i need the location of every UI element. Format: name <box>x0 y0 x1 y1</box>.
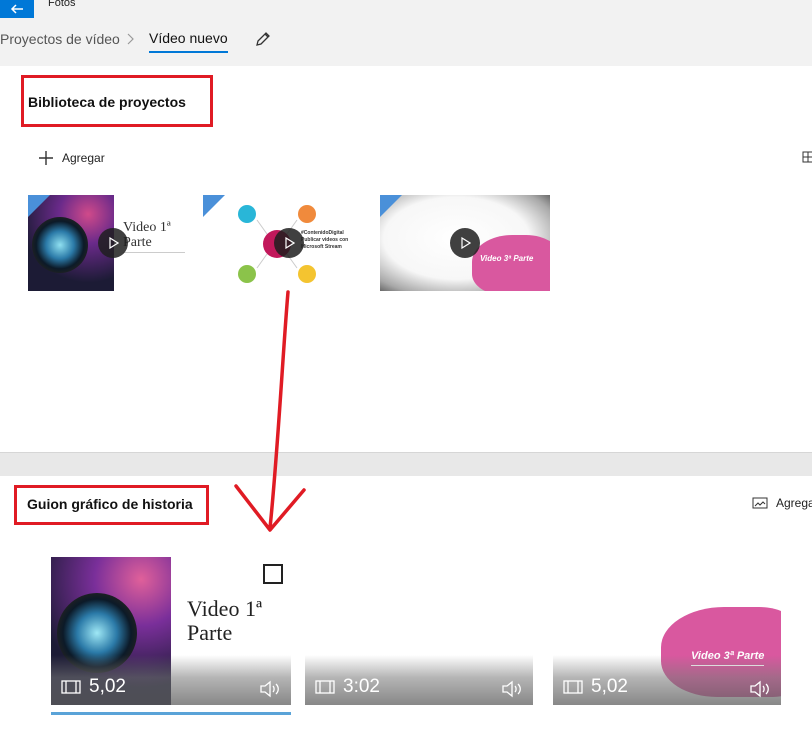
selection-corner <box>380 195 402 217</box>
photos-video-editor: { "app": {"title": "Fotos", "back_icon":… <box>0 0 812 733</box>
image-icon <box>752 497 768 509</box>
play-button[interactable] <box>98 228 128 258</box>
film-strip-icon <box>563 680 583 694</box>
play-icon <box>461 237 471 249</box>
selection-corner <box>203 195 225 217</box>
card-1-duration: 5,02 <box>89 676 126 697</box>
library-title: Biblioteca de proyectos <box>28 94 186 110</box>
library-add-label: Agregar <box>62 151 105 165</box>
library-add-button[interactable]: Agregar <box>38 148 105 168</box>
card-1-info-bar: 5,02 <box>51 655 291 705</box>
card-1-title: Video 1ª Parte <box>187 596 263 645</box>
clip-3-title: Video 3ª Parte <box>480 254 534 263</box>
storyboard: Guion gráfico de historia Agrega Video 1… <box>0 476 812 733</box>
pink-brush-stroke <box>472 235 550 291</box>
storyboard-add-label: Agrega <box>776 496 812 510</box>
storyboard-title: Guion gráfico de historia <box>27 496 193 512</box>
storyboard-card-1[interactable]: Video 1ª Parte 5,02 <box>51 557 291 705</box>
library-clip-1[interactable]: Video 1ª Parte <box>28 195 186 291</box>
film-strip-icon <box>61 680 81 694</box>
plus-icon <box>39 151 53 165</box>
grid-view-icon[interactable] <box>802 151 812 163</box>
card-2-info-bar: 3:02 <box>305 655 533 705</box>
storyboard-card-2[interactable]: 3:02 <box>305 557 533 705</box>
rename-button[interactable] <box>252 28 274 50</box>
card-3-duration: 5,02 <box>591 676 628 697</box>
play-icon <box>109 237 119 249</box>
speaker-icon[interactable] <box>501 680 523 698</box>
clip-1-title: Video 1ª Parte <box>123 220 185 253</box>
speaker-icon[interactable] <box>259 680 281 698</box>
clip-2-caption: #ContenidoDigital Publicar videos con Mi… <box>301 230 349 250</box>
storyboard-card-3[interactable]: Video 3ª Parte 5,02 <box>553 557 781 705</box>
app-title: Fotos <box>48 0 76 9</box>
chevron-right-icon <box>127 33 134 45</box>
back-arrow-icon <box>10 4 23 14</box>
play-button[interactable] <box>274 228 304 258</box>
title-bar: Fotos <box>0 0 812 20</box>
pencil-icon <box>256 32 270 46</box>
library-clip-3[interactable]: Video 3ª Parte <box>380 195 550 291</box>
panel-divider[interactable] <box>0 452 812 476</box>
storyboard-add-button[interactable]: Agrega <box>752 496 812 510</box>
back-button[interactable] <box>0 0 34 18</box>
card-3-info-bar: 5,02 <box>553 655 781 705</box>
breadcrumb-current: Vídeo nuevo <box>149 30 228 53</box>
selection-corner <box>28 195 50 217</box>
card-1-selection-indicator <box>51 712 291 715</box>
card-1-checkbox[interactable] <box>263 564 283 584</box>
breadcrumb: Proyectos de vídeo Vídeo nuevo <box>0 20 812 66</box>
play-button[interactable] <box>450 228 480 258</box>
play-icon <box>285 237 295 249</box>
breadcrumb-parent-link[interactable]: Proyectos de vídeo <box>0 31 120 47</box>
project-library: Biblioteca de proyectos Agregar Video 1ª… <box>0 66 812 452</box>
library-clip-2[interactable]: #ContenidoDigital Publicar videos con Mi… <box>203 195 361 291</box>
annotation-arrow <box>234 290 306 532</box>
film-strip-icon <box>315 680 335 694</box>
card-2-duration: 3:02 <box>343 676 380 697</box>
speaker-icon[interactable] <box>749 680 771 698</box>
